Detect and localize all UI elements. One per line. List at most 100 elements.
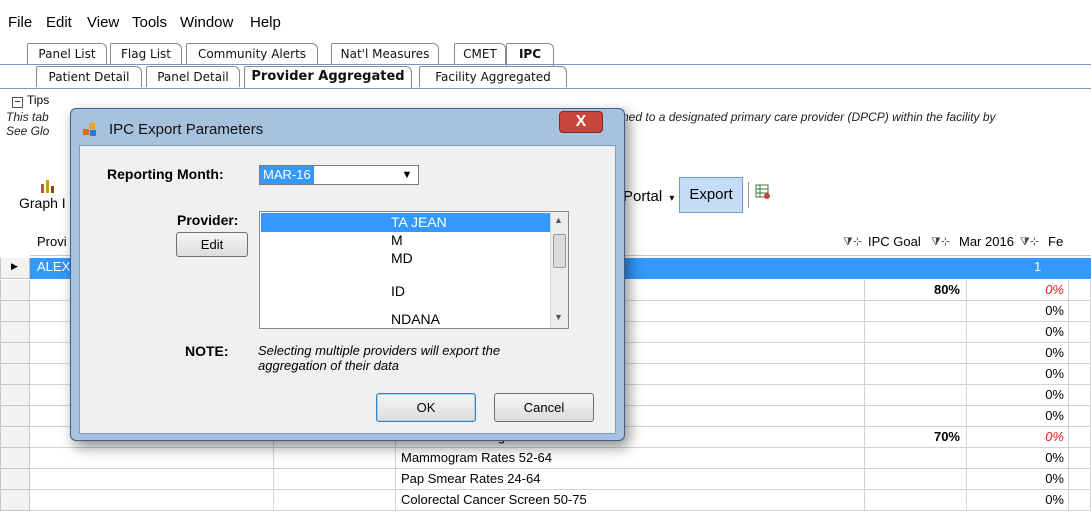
mar-2016-cell: 0% bbox=[967, 364, 1069, 385]
dialog-body: Reporting Month: MAR-16 ▼ Provider: Edit… bbox=[79, 145, 616, 434]
next-month-cell bbox=[1069, 406, 1091, 427]
ipc-goal-cell-text bbox=[960, 324, 966, 339]
tab-ipc[interactable]: IPC bbox=[506, 43, 554, 66]
provider-item[interactable]: NDANA bbox=[261, 310, 551, 328]
menu-edit[interactable]: Edit bbox=[46, 14, 72, 31]
scroll-down-icon[interactable]: ▼ bbox=[554, 312, 563, 322]
provider-listbox[interactable]: TA JEAN M MD ID NDANA ▲ ▼ bbox=[259, 211, 569, 329]
group-cell bbox=[274, 490, 396, 511]
mar-2016-cell-text: 0% bbox=[1045, 492, 1064, 507]
reporting-month-select[interactable]: MAR-16 ▼ bbox=[259, 165, 419, 185]
tab-patient-detail[interactable]: Patient Detail bbox=[36, 66, 142, 87]
column-header-next[interactable]: Fe bbox=[1048, 228, 1063, 256]
portal-dropdown[interactable]: Portal ▾ bbox=[623, 188, 674, 205]
mar-2016-cell: 0% bbox=[967, 469, 1069, 490]
mar-2016-cell-text: 0% bbox=[1045, 345, 1064, 360]
provider-item[interactable]: M bbox=[261, 231, 551, 250]
next-month-cell bbox=[1069, 322, 1091, 343]
graph-button-label[interactable]: Graph I bbox=[19, 195, 66, 211]
toolbar-divider bbox=[748, 182, 749, 208]
tab-panel-detail[interactable]: Panel Detail bbox=[146, 66, 240, 87]
edit-button[interactable]: Edit bbox=[176, 232, 248, 257]
ipc-goal-cell-text bbox=[960, 366, 966, 381]
ipc-goal-cell bbox=[865, 406, 967, 427]
close-button[interactable]: X bbox=[559, 111, 603, 133]
tips-line1-end: ned to a designated primary care provide… bbox=[622, 110, 996, 124]
next-month-cell bbox=[1069, 385, 1091, 406]
scrollbar-thumb[interactable] bbox=[553, 234, 566, 268]
next-month-cell bbox=[1069, 490, 1091, 511]
mar-2016-cell-text: 0% bbox=[1045, 450, 1064, 465]
menu-file[interactable]: File bbox=[8, 14, 32, 31]
tab-panel-list[interactable]: Panel List bbox=[27, 43, 107, 64]
mar-2016-cell-text: 0% bbox=[1045, 429, 1064, 444]
provider-item[interactable]: MD bbox=[261, 249, 551, 268]
mar-2016-cell-text: 0% bbox=[1045, 282, 1064, 297]
export-button[interactable]: Export bbox=[679, 177, 743, 213]
ipc-goal-cell bbox=[865, 301, 967, 322]
row-header[interactable] bbox=[0, 427, 30, 448]
mar-2016-cell-text: 0% bbox=[1045, 387, 1064, 402]
provider-cell bbox=[30, 490, 274, 511]
menu-view[interactable]: View bbox=[87, 14, 119, 31]
next-month-cell bbox=[1069, 280, 1091, 301]
row-header[interactable] bbox=[0, 469, 30, 490]
column-header-provider[interactable]: Provi bbox=[37, 228, 67, 256]
note-text-line1: Selecting multiple providers will export… bbox=[258, 343, 501, 358]
ipc-goal-cell: 70% bbox=[865, 427, 967, 448]
mar-2016-cell-text: 0% bbox=[1045, 408, 1064, 423]
mar-2016-cell-text: 0% bbox=[1045, 303, 1064, 318]
menu-help[interactable]: Help bbox=[250, 14, 281, 31]
ok-button[interactable]: OK bbox=[376, 393, 476, 422]
filter-icon[interactable]: ⧩⊹ bbox=[931, 228, 950, 256]
row-header-selected[interactable]: ▶ bbox=[0, 258, 30, 279]
portal-label: Portal bbox=[623, 188, 663, 205]
menu-tools[interactable]: Tools bbox=[132, 14, 167, 31]
tab-community-alerts[interactable]: Community Alerts bbox=[186, 43, 318, 64]
row-header[interactable] bbox=[0, 448, 30, 469]
tab-provider-aggregated[interactable]: Provider Aggregated bbox=[244, 66, 412, 89]
menu-window[interactable]: Window bbox=[180, 14, 233, 31]
dialog-titlebar[interactable]: IPC Export Parameters X bbox=[71, 109, 624, 149]
note-label: NOTE: bbox=[185, 343, 229, 359]
reporting-month-label: Reporting Month: bbox=[107, 166, 224, 182]
dropdown-arrow-icon[interactable]: ▼ bbox=[398, 167, 416, 183]
provider-item[interactable]: TA JEAN bbox=[261, 213, 551, 232]
row-header[interactable] bbox=[0, 406, 30, 427]
ipc-goal-cell bbox=[865, 364, 967, 385]
table-row[interactable]: Mammogram Rates 52-64 0% bbox=[30, 448, 1091, 469]
row-header[interactable] bbox=[0, 322, 30, 343]
tab-cmet[interactable]: CMET bbox=[454, 43, 506, 64]
ipc-goal-cell-text bbox=[960, 345, 966, 360]
scroll-up-icon[interactable]: ▲ bbox=[554, 215, 563, 225]
tips-toggle-row[interactable]: − Tips bbox=[12, 93, 49, 108]
tab-natl-measures[interactable]: Nat'l Measures bbox=[331, 43, 439, 64]
listbox-scrollbar[interactable]: ▲ ▼ bbox=[550, 212, 568, 328]
column-header-ipc-goal[interactable]: IPC Goal bbox=[868, 228, 921, 256]
column-header-mar-2016[interactable]: Mar 2016 bbox=[959, 228, 1014, 256]
mar-2016-cell-text: 0% bbox=[1045, 471, 1064, 486]
table-row[interactable]: Colorectal Cancer Screen 50-75 0% bbox=[30, 490, 1091, 511]
mar-2016-cell: 0% bbox=[967, 448, 1069, 469]
table-row[interactable]: Pap Smear Rates 24-64 0% bbox=[30, 469, 1091, 490]
group-cell bbox=[274, 469, 396, 490]
tips-line1-start: This tab bbox=[6, 110, 49, 124]
row-header[interactable] bbox=[0, 385, 30, 406]
export-grid-icon[interactable] bbox=[755, 184, 771, 205]
cancel-button[interactable]: Cancel bbox=[494, 393, 594, 422]
row-header[interactable] bbox=[0, 364, 30, 385]
collapse-icon[interactable]: − bbox=[12, 97, 23, 108]
filter-icon[interactable]: ⧩⊹ bbox=[843, 228, 862, 256]
measure-cell-text: Colorectal Cancer Screen 50-75 bbox=[401, 492, 587, 507]
tab-facility-aggregated[interactable]: Facility Aggregated bbox=[419, 66, 567, 87]
row-header[interactable] bbox=[0, 490, 30, 511]
row-header[interactable] bbox=[0, 280, 30, 301]
tab-flag-list[interactable]: Flag List bbox=[110, 43, 182, 64]
mar-2016-cell: 0% bbox=[967, 343, 1069, 364]
tab-row-line-1 bbox=[0, 64, 1091, 65]
filter-icon[interactable]: ⧩⊹ bbox=[1020, 228, 1039, 256]
measure-cell: Pap Smear Rates 24-64 bbox=[396, 469, 865, 490]
row-header[interactable] bbox=[0, 301, 30, 322]
provider-item[interactable]: ID bbox=[261, 282, 551, 301]
row-header[interactable] bbox=[0, 343, 30, 364]
